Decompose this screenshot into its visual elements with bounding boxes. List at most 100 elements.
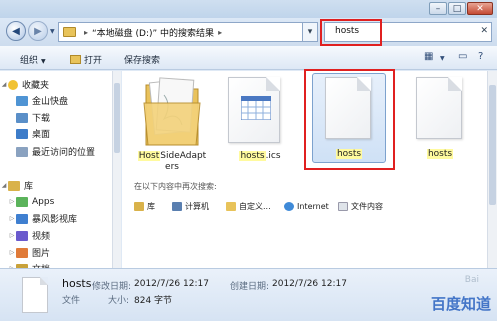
created-label: 创建日期: [230, 282, 270, 292]
downloads-folder-icon [16, 112, 28, 123]
search-again-label: 在以下内容中再次搜索: [134, 182, 217, 191]
baidu-watermark: 百度知道 [430, 295, 491, 313]
save-search-button[interactable]: 保存搜索 [124, 53, 160, 66]
nav-item-label: 视频 [32, 232, 51, 242]
breadcrumb-path[interactable]: “本地磁盘 (D:)” 中的搜索结果 [92, 26, 214, 39]
details-file-name: hosts [62, 277, 92, 290]
custom-folder-icon [226, 202, 236, 211]
nav-scrollbar[interactable] [112, 71, 121, 268]
expand-arrow-icon[interactable]: ◢ [0, 182, 8, 189]
minimize-button[interactable]: – [429, 2, 447, 15]
nav-item-recent[interactable]: 最近访问的位置 [16, 145, 95, 158]
open-button[interactable]: 打开 [70, 53, 102, 66]
file-name: hosts [404, 149, 476, 160]
file-name: HostSideAdapt ers [137, 151, 207, 172]
library-icon [8, 180, 20, 191]
created-value: 2012/7/26 12:17 [272, 279, 347, 289]
organize-label: 组织 [20, 56, 39, 66]
preview-pane-icon[interactable]: ▭ [458, 51, 467, 62]
nav-favorites-label: 收藏夹 [22, 81, 50, 91]
nav-item-label: 最近访问的位置 [32, 148, 96, 158]
address-row: ◀ ▶ ▼ ▸ “本地磁盘 (D:)” 中的搜索结果 ▸ ▾ ✕ [0, 18, 497, 46]
close-button[interactable]: ✕ [467, 2, 493, 15]
breadcrumb-chevron-icon: ▸ [218, 27, 223, 37]
nav-library-label: 库 [24, 182, 34, 192]
search-again-label-text: Internet [297, 202, 329, 211]
desktop-icon [16, 128, 28, 139]
nav-favorites[interactable]: ◢ 收藏夹 [0, 78, 49, 91]
page-fold [266, 77, 280, 91]
cloud-drive-icon [16, 95, 28, 106]
folder-icon [63, 27, 76, 37]
nav-lib-videos[interactable]: ▷ 视频 [8, 229, 50, 242]
file-name: hosts.ics [239, 151, 281, 161]
search-match-highlight: Host [137, 151, 161, 161]
search-again-label-text: 文件内容 [351, 202, 383, 211]
search-again-computer[interactable]: 计算机 [172, 201, 226, 212]
nav-lib-apps[interactable]: ▷ Apps [8, 195, 54, 208]
search-highlight-box [320, 19, 382, 46]
collapse-arrow-icon[interactable]: ▷ [8, 198, 16, 205]
search-match-highlight: hosts [239, 151, 266, 161]
star-icon [8, 79, 18, 90]
search-again-library[interactable]: 库 [134, 201, 172, 212]
back-button[interactable]: ◀ [6, 21, 26, 41]
nav-item-label: 金山快盘 [32, 97, 69, 107]
search-again-file-contents[interactable]: 文件内容 [338, 201, 398, 212]
navigation-pane: ◢ 收藏夹 金山快盘 下载 桌面 最近访问的位置 ◢ 库 ▷ Apps ▷ 暴风… [0, 71, 121, 268]
collapse-arrow-icon[interactable]: ▷ [8, 249, 16, 256]
search-again-label-text: 库 [147, 202, 155, 211]
ics-file-icon [228, 77, 280, 143]
view-options-icon[interactable]: ▦ [424, 51, 433, 62]
type-value: 文件 [62, 296, 81, 306]
page-fold [448, 77, 462, 91]
calendar-icon [241, 96, 271, 120]
recent-pages-dropdown[interactable]: ▼ [50, 28, 55, 35]
clear-search-icon[interactable]: ✕ [480, 26, 488, 36]
computer-icon [172, 202, 182, 211]
baidu-logo-mark: Bai [464, 275, 479, 285]
nav-item-desktop[interactable]: 桌面 [16, 127, 50, 140]
search-again-targets: 库 计算机 自定义... Internet 文件内容 [134, 201, 398, 212]
nav-item-label: 桌面 [32, 130, 51, 140]
search-again-custom[interactable]: 自定义... [226, 201, 284, 212]
results-scrollbar[interactable] [487, 71, 497, 268]
view-dropdown-icon[interactable]: ▼ [440, 55, 445, 62]
nav-item-label: Apps [32, 196, 55, 207]
address-bar[interactable]: ▸ “本地磁盘 (D:)” 中的搜索结果 ▸ [58, 22, 304, 42]
nav-lib-pictures[interactable]: ▷ 图片 [8, 246, 50, 259]
organize-button[interactable]: 组织 ▼ [20, 53, 46, 66]
refresh-button[interactable]: ▾ [302, 22, 318, 42]
search-again-internet[interactable]: Internet [284, 201, 338, 212]
file-item-hosts-ics[interactable]: hosts.ics [222, 75, 298, 165]
search-again-label-text: 自定义... [239, 202, 271, 211]
window-controls: – □ ✕ [429, 2, 493, 15]
collapse-arrow-icon[interactable]: ▷ [8, 215, 16, 222]
nav-item-kuaipan[interactable]: 金山快盘 [16, 94, 68, 107]
file-item-hostsideadapters[interactable]: HostSideAdapt ers [136, 75, 208, 175]
nav-item-downloads[interactable]: 下载 [16, 111, 50, 124]
chevron-down-icon: ▼ [41, 58, 46, 65]
expand-arrow-icon[interactable]: ◢ [0, 81, 8, 88]
modified-value: 2012/7/26 12:17 [134, 279, 209, 289]
search-match-highlight: hosts [426, 149, 454, 159]
results-scroll-thumb[interactable] [489, 85, 496, 205]
nav-library[interactable]: ◢ 库 [0, 179, 33, 192]
recent-places-icon [16, 146, 28, 157]
forward-button[interactable]: ▶ [28, 21, 48, 41]
folder-icon [143, 77, 201, 146]
file-item-hosts[interactable]: hosts [404, 75, 476, 165]
modified-label: 修改日期: [92, 282, 132, 292]
file-highlight-box [304, 69, 395, 170]
size-label: 大小: [108, 296, 130, 306]
size-value: 824 字节 [134, 296, 173, 306]
nav-scroll-thumb[interactable] [114, 83, 120, 153]
save-search-label: 保存搜索 [124, 56, 161, 66]
details-pane: hosts 修改日期: 2012/7/26 12:17 创建日期: 2012/7… [0, 268, 497, 321]
nav-item-label: 图片 [32, 249, 51, 259]
maximize-button[interactable]: □ [448, 2, 466, 15]
collapse-arrow-icon[interactable]: ▷ [8, 232, 16, 239]
video-library-icon [16, 213, 28, 224]
help-icon[interactable]: ? [478, 51, 483, 62]
nav-lib-baofeng[interactable]: ▷ 暴风影视库 [8, 212, 77, 225]
